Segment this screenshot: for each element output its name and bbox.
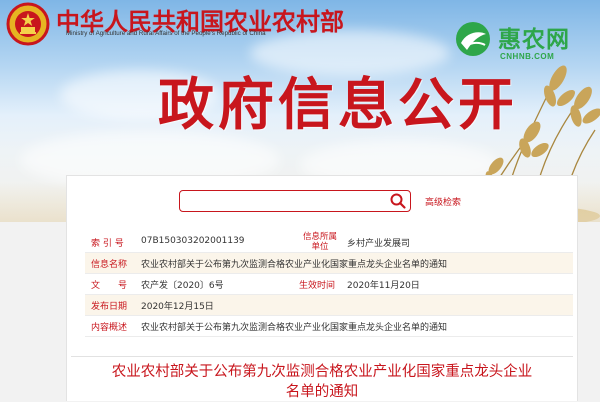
doc-number-label: 文 号 xyxy=(91,281,128,291)
index-value: 07B150303202001139 xyxy=(141,236,245,246)
publish-date-value: 2020年12月15日 xyxy=(141,302,214,312)
document-title: 农业农村部关于公布第九次监测合格农业产业化国家重点龙头企业 名单的通知 xyxy=(67,362,577,402)
effective-date-value: 2020年11月20日 xyxy=(347,281,420,291)
document-title-line1: 农业农村部关于公布第九次监测合格农业产业化国家重点龙头企业 xyxy=(111,364,533,380)
page-title: 政府信息公开 xyxy=(158,73,518,138)
org-value: 乡村产业发展司 xyxy=(347,239,411,249)
content-panel: 高级检索 索 引 号 07B150303202001139 信息所属单位 乡村产… xyxy=(66,175,578,401)
search-icon[interactable] xyxy=(389,192,407,210)
info-row-index: 索 引 号 07B150303202001139 信息所属单位 乡村产业发展司 xyxy=(85,232,573,253)
document-title-line2: 名单的通知 xyxy=(285,384,359,400)
info-row-name: 信息名称 农业农村部关于公布第九次监测合格农业产业化国家重点龙头企业名单的通知 xyxy=(85,253,573,274)
national-emblem-icon xyxy=(6,2,50,46)
org-label: 信息所属单位 xyxy=(302,232,337,252)
name-label: 信息名称 xyxy=(91,260,128,270)
advanced-search-link[interactable]: 高级检索 xyxy=(425,195,461,208)
ministry-name-en: Ministry of Agriculture and Rural Affair… xyxy=(66,30,266,37)
search-input[interactable] xyxy=(179,190,411,212)
summary-value: 农业农村部关于公布第九次监测合格农业产业化国家重点龙头企业名单的通知 xyxy=(141,323,448,333)
effective-date-label: 生效时间 xyxy=(299,281,336,291)
brand-name-cn: 惠农网 xyxy=(498,27,570,53)
publish-date-label: 发布日期 xyxy=(91,302,128,312)
summary-label: 内容概述 xyxy=(91,323,128,333)
info-row-doc: 文 号 农产发〔2020〕6号 生效时间 2020年11月20日 xyxy=(85,274,573,295)
brand-logo-icon xyxy=(456,22,490,56)
info-row-summary: 内容概述 农业农村部关于公布第九次监测合格农业产业化国家重点龙头企业名单的通知 xyxy=(85,316,573,337)
info-row-pubdate: 发布日期 2020年12月15日 xyxy=(85,295,573,316)
name-value: 农业农村部关于公布第九次监测合格农业产业化国家重点龙头企业名单的通知 xyxy=(141,260,448,270)
info-table: 索 引 号 07B150303202001139 信息所属单位 乡村产业发展司 … xyxy=(85,232,573,337)
index-label: 索 引 号 xyxy=(91,239,124,249)
doc-number-value: 农产发〔2020〕6号 xyxy=(141,281,224,291)
divider xyxy=(71,356,573,357)
